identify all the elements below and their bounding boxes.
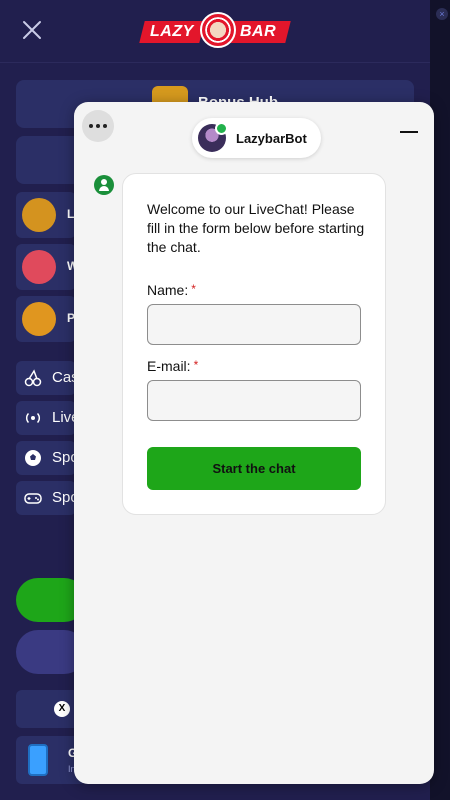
lazybar-logo[interactable]: LAZY BAR	[139, 12, 291, 50]
name-field-label: Name: *	[147, 282, 196, 298]
required-marker: *	[191, 282, 196, 296]
menu-header: LAZY BAR	[0, 0, 430, 63]
nav-item-live[interactable]: Live	[16, 401, 80, 435]
welcome-message: Welcome to our LiveChat! Please fill in …	[147, 201, 365, 255]
wheel-icon	[22, 250, 56, 284]
agent-name: LazybarBot	[236, 130, 307, 146]
agent-avatar	[198, 122, 228, 152]
gamepad-icon	[24, 493, 42, 504]
start-chat-button[interactable]: Start the chat	[147, 447, 361, 490]
close-icon[interactable]	[20, 18, 44, 42]
email-input[interactable]	[147, 380, 361, 421]
nav-item-sports[interactable]: Spo	[16, 441, 79, 475]
bot-user-icon	[94, 175, 114, 195]
percent-coin-icon	[22, 302, 56, 336]
online-status-icon	[215, 122, 228, 135]
cherry-icon	[24, 369, 42, 387]
email-label-text: E-mail:	[147, 358, 191, 374]
dot-icon	[103, 124, 107, 128]
nav-item-esports[interactable]: Spo	[16, 481, 79, 515]
required-marker: *	[193, 358, 199, 372]
phone-download-icon	[28, 744, 48, 776]
dot-icon	[96, 124, 100, 128]
logo-text-left: LAZY	[150, 23, 194, 40]
promo-item-promotions[interactable]: P	[16, 296, 76, 342]
shield-gem-icon	[22, 198, 56, 232]
soccer-ball-icon	[25, 450, 41, 466]
broadcast-icon	[26, 412, 40, 424]
nav-item-casino[interactable]: Cas	[16, 361, 79, 395]
prechat-form: Welcome to our LiveChat! Please fill in …	[122, 173, 386, 515]
dot-icon	[89, 124, 93, 128]
notification-close-icon[interactable]: ×	[436, 8, 448, 20]
promo-item-wheel[interactable]: W	[16, 244, 78, 290]
name-input[interactable]	[147, 304, 361, 345]
livechat-window: LazybarBot Welcome to our LiveChat! Plea…	[74, 102, 434, 784]
minimize-icon[interactable]	[400, 131, 418, 133]
agent-header: LazybarBot	[192, 118, 321, 158]
x-social-icon[interactable]: X	[54, 701, 70, 717]
email-field-label: E-mail: *	[147, 358, 198, 374]
logo-mascot-icon	[200, 12, 236, 48]
promo-item-loyalty[interactable]: L	[16, 192, 76, 238]
more-options-button[interactable]	[82, 110, 114, 142]
name-label-text: Name:	[147, 282, 189, 298]
logo-text-right: BAR	[240, 23, 277, 40]
